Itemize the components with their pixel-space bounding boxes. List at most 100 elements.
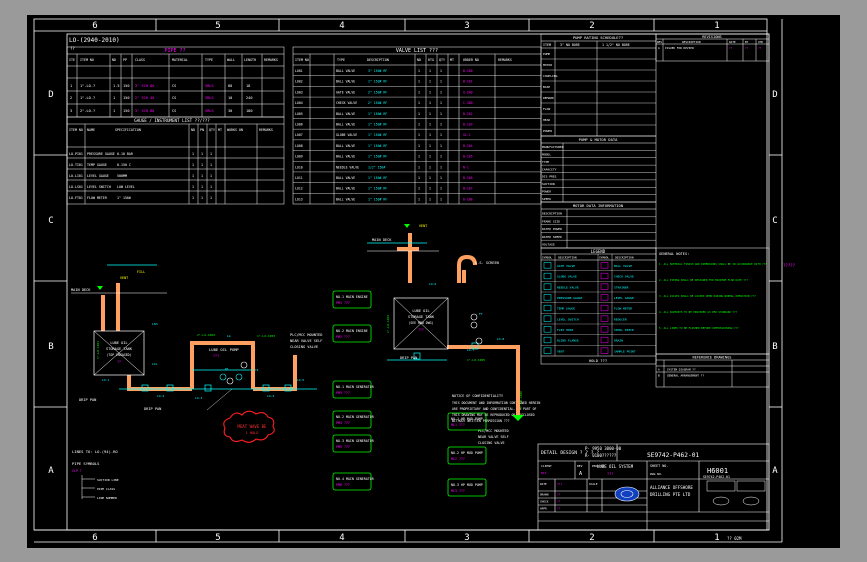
svg-text:1"-LO-1005: 1"-LO-1005: [467, 358, 485, 362]
title-block: DETAIL DESIGN ? ? ? ? P- 9950 3000-00 R-…: [537, 443, 770, 541]
equipment-name: NO.3 HP MUD PUMP: [451, 483, 483, 487]
legend-symbol-icon: [543, 336, 552, 344]
plc-note-6: CLOSING VALVE: [478, 441, 505, 445]
svg-text:LO-LI01: LO-LI01: [69, 174, 83, 178]
motor-data-rows: DESCRIPTION FRAME SIZE RATED POWER RATED SP…: [541, 211, 656, 247]
valve-symbols: [97, 224, 524, 421]
valve-table-headers: ITEM NO TYPE DESCRIPTION ND RTG QTY MT O…: [295, 58, 512, 62]
svg-text:2"-LO-1002: 2"-LO-1002: [197, 333, 215, 337]
pump-rating-row: HEAD: [543, 118, 550, 122]
svg-text:GENERAL ARRANGEMENT ??: GENERAL ARRANGEMENT ??: [667, 374, 704, 378]
valve-nd: 1: [418, 165, 420, 169]
svg-text:WORKS ON: WORKS ON: [227, 128, 243, 132]
zone-right-b: B: [772, 342, 777, 352]
valve-icon: [204, 384, 212, 392]
company-name-1: ALLIANCE OFFSHORE: [650, 485, 693, 490]
lines-to-label: LINES TO: LO-(94)-RO: [72, 449, 118, 454]
svg-text:NAME: NAME: [87, 128, 95, 132]
legend-description: STRAINER: [614, 285, 629, 289]
valve-type: NEEDLE VALVE: [336, 165, 359, 169]
svg-text:LUBE OIL: LUBE OIL: [110, 341, 127, 345]
svg-text:80: 80: [228, 84, 232, 88]
pump-data-rows: MANUFACTURER MODEL TYPE CAPACITY DIS PRES SUC…: [541, 145, 656, 201]
valve-item-no: LO06: [295, 123, 303, 127]
svg-text:CHK: CHK: [758, 40, 763, 44]
svg-text:1"-LO-1003: 1"-LO-1003: [257, 334, 275, 338]
drawn-label: DRAWN: [540, 493, 549, 497]
svg-text:LSL: LSL: [152, 362, 158, 366]
svg-text:TEMP GAUGE: TEMP GAUGE: [87, 163, 107, 167]
zone-left-a: A: [48, 466, 54, 476]
vent-cap-icon-2: [404, 224, 410, 228]
equipment-tag: PM4 ???: [336, 421, 350, 425]
legend-rows: GATE VALVE BALL VALVE GLOBE VALVE CHECK VAL…: [541, 262, 656, 354]
valve-item-no: LO07: [295, 133, 303, 137]
equipment-tag: PM5 ???: [336, 445, 350, 449]
leader-line: [206, 388, 233, 411]
svg-text:1: 1: [113, 96, 115, 100]
lube-oil-schematic: LUBE OIL STORAGE TANK (TOP ENGAGED) ?? L…: [71, 224, 524, 500]
rev-label: REV: [577, 464, 583, 468]
legend-symbol-icon: [543, 326, 552, 333]
legend-symbol-icon: [600, 272, 609, 280]
sheet-label: SHEET NO.: [650, 464, 668, 468]
zone-bottom-3: 3: [464, 533, 469, 543]
svg-text:1"-LO-1004: 1"-LO-1004: [386, 315, 390, 333]
doc-number: SE9742-P462-01: [647, 452, 699, 459]
svg-text:2" SCH 40: 2" SCH 40: [135, 96, 154, 100]
valve-qty: 1: [440, 155, 442, 159]
svg-text:STORAGE TANK: STORAGE TANK: [408, 315, 435, 319]
valve-description: 1" 150# RF: [368, 155, 387, 159]
pump-rating-col3: 1 1/2" NO BORE: [602, 43, 630, 47]
svg-text:REMARKS: REMARKS: [498, 58, 512, 62]
approve-label: APPR: [540, 507, 547, 511]
zone-right-d: D: [772, 90, 777, 100]
valve-order-no: B-102: [463, 112, 473, 116]
legend-symbol-icon: [543, 315, 552, 322]
valve-description: 3" 150# RF: [368, 69, 387, 73]
equipment-outline: [447, 446, 487, 465]
equipment-name: NO.2 MAIN GENERATOR: [336, 415, 374, 419]
gauge-icon: [475, 337, 483, 345]
valve-order-no: G-200: [463, 90, 473, 94]
svg-text:REV: REV: [657, 40, 662, 44]
valve-description: 2" 150# RF: [368, 101, 387, 105]
date-label: DATE: [540, 482, 547, 486]
tank1-discharge-pipe: [127, 375, 192, 391]
zone-top-2: 2: [589, 21, 594, 31]
zone-top-6: 6: [92, 21, 97, 31]
svg-text:LO-8: LO-8: [497, 337, 504, 341]
svg-text:MATERIAL: MATERIAL: [172, 58, 188, 62]
pump-rating-table: PUMP RATING SCHEDULE?? ITEM 3" NO BORE 1…: [540, 33, 657, 137]
valve-rating: 1: [429, 123, 431, 127]
svg-text:1: 1: [192, 174, 194, 178]
svg-text:1: 1: [210, 163, 212, 167]
equipment-outline: [447, 478, 487, 497]
plc-note-2: NEAR VALVE SELF: [290, 339, 322, 343]
drip-pan-label: DRIP PAN: [79, 398, 96, 402]
valve-rating: 1: [429, 187, 431, 191]
vent-label-2: VENT: [419, 224, 427, 228]
sheet-number: H6001: [707, 467, 728, 475]
svg-text:TYPE: TYPE: [337, 58, 345, 62]
equipment-name: NO.1 HP MUD PUMP: [451, 417, 483, 421]
svg-text:CS: CS: [172, 96, 176, 100]
valve-rating: 1: [429, 112, 431, 116]
legend-symbol-icon: [543, 347, 552, 354]
svg-text:1"-LO-1006: 1"-LO-1006: [519, 391, 523, 409]
legend-description: BLIND FLANGE: [557, 339, 579, 343]
gauge-icon: [226, 377, 234, 385]
svg-text:MT: MT: [450, 58, 454, 62]
svg-text:SMLS: SMLS: [205, 96, 214, 100]
valve-nd: 1: [418, 112, 420, 116]
approve-value: ??: [557, 507, 561, 511]
equipment-left: NO.1 MAIN ENGINE PM1 ??? NO.2 MAIN ENGINE P…: [332, 290, 374, 491]
svg-text:1: 1: [201, 163, 203, 167]
vent-label: VENT: [120, 276, 128, 280]
zone-top-4: 4: [339, 21, 344, 31]
svg-text:SPECIFICATION: SPECIFICATION: [115, 128, 141, 132]
plc-note-5: NEAR VALVE SELF: [478, 435, 509, 439]
pump-data-row: CAPACITY: [542, 167, 557, 171]
valve-description: 1/2" 150#: [368, 165, 385, 169]
svg-text:180: 180: [246, 109, 253, 113]
